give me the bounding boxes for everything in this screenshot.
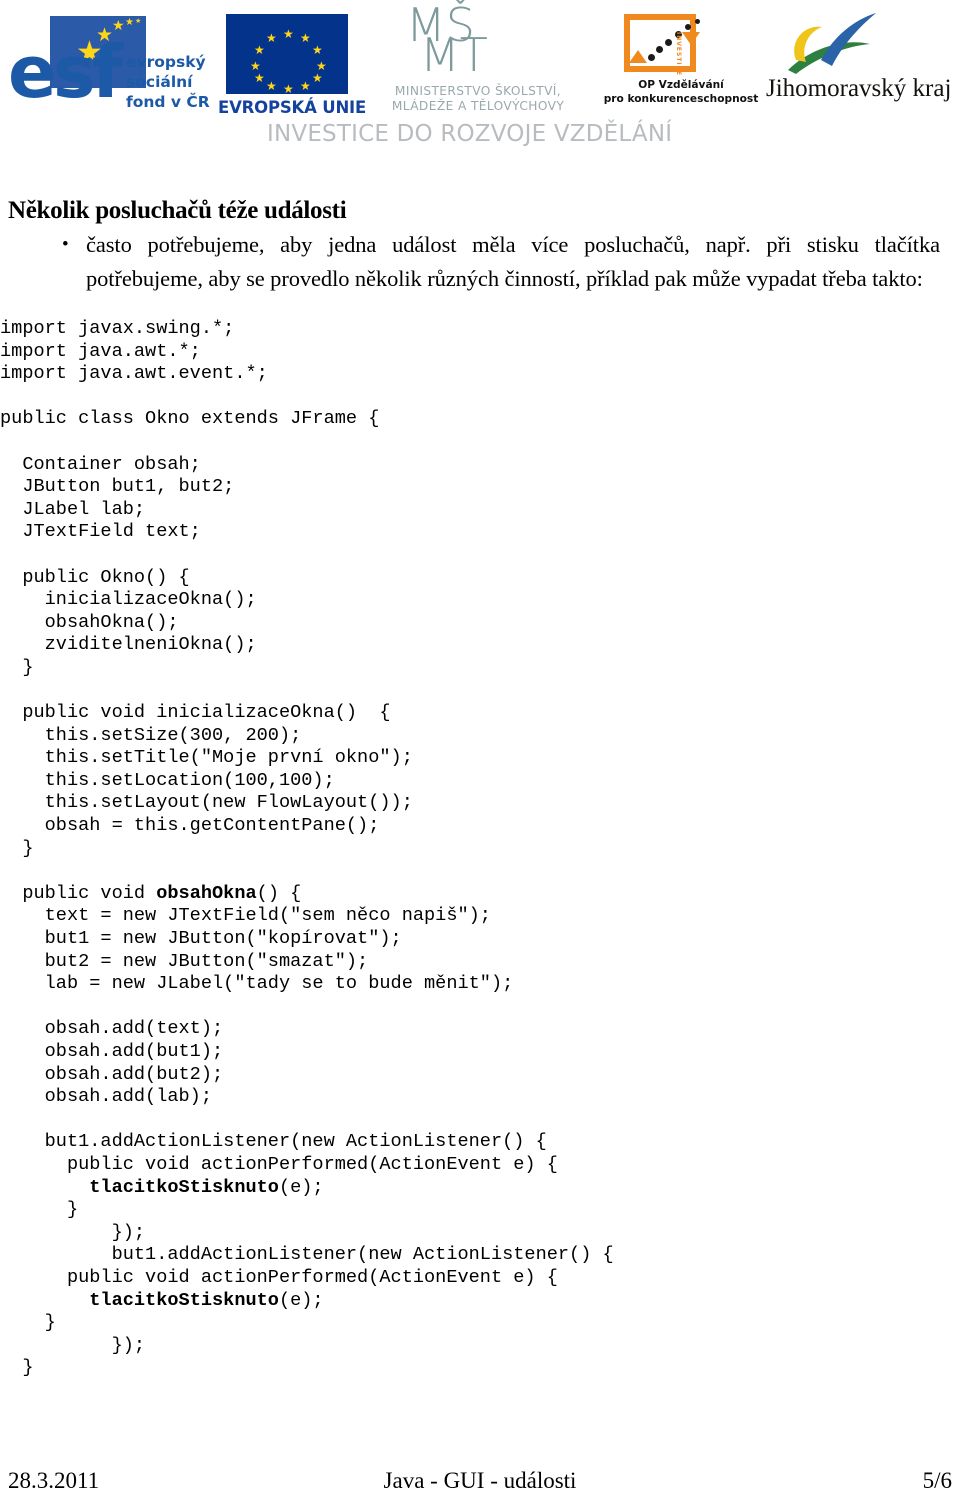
esf-wordmark: esf	[8, 30, 123, 114]
code-line: JLabel lab;	[0, 498, 146, 520]
document-content: Několik posluchačů téže události • často…	[0, 196, 960, 1380]
op-caption-line1: OP Vzdělávání	[638, 79, 724, 91]
code-line: this.setLocation(100,100);	[0, 769, 335, 791]
code-line: obsah.add(lab);	[0, 1086, 213, 1108]
code-line: import java.awt.event.*;	[0, 363, 268, 385]
code-identifier-emphasis: tlacitkoStisknuto	[89, 1176, 279, 1198]
java-code-listing: import javax.swing.*; import java.awt.*; i…	[0, 318, 960, 1380]
page-title: Několik posluchačů téže události	[8, 197, 347, 224]
code-line: obsah.add(text);	[0, 1018, 224, 1040]
esf-tagline-line2: sociální	[126, 73, 193, 91]
msmt-monogram-line2: MT	[420, 28, 488, 82]
code-line: text = new JTextField("sem něco napiš");	[0, 905, 491, 927]
code-line: lab = new JLabel("tady se to bude měnit"…	[0, 973, 514, 995]
code-line: }	[0, 656, 34, 678]
esf-tagline: evropský sociální fond v ČR	[126, 52, 210, 112]
esf-logo: ★ ★ ★ ★ ★ esf evropský sociální fond v Č…	[8, 14, 210, 114]
code-line: public void inicializaceOkna() {	[0, 702, 391, 724]
code-line: but1.addActionListener(new ActionListene…	[0, 1244, 614, 1266]
eu-flag-shape: ★ ★ ★ ★ ★ ★ ★ ★ ★ ★ ★ ★	[226, 14, 348, 95]
msmt-caption: MINISTERSTVO ŠKOLSTVÍ, MLÁDEŽE A TĚLOVÝC…	[368, 84, 588, 114]
msmt-ministry-logo: MŠ MT MINISTERSTVO ŠKOLSTVÍ, MLÁDEŽE A T…	[368, 2, 588, 115]
op-caption: OP Vzdělávání pro konkurenceschopnost	[596, 78, 766, 106]
jmk-caption: Jihomoravský kraj	[766, 75, 952, 102]
code-line: public void actionPerformed(ActionEvent …	[0, 1153, 558, 1175]
jihomoravsky-kraj-logo: Jihomoravský kraj	[766, 8, 960, 116]
code-line: public class Okno extends JFrame {	[0, 408, 380, 430]
code-identifier-emphasis: obsahOkna	[156, 882, 257, 904]
page-footer: 28.3.2011 Java - GUI - události 5/6	[0, 1466, 960, 1506]
code-line: inicializaceOkna();	[0, 589, 257, 611]
code-line: JButton but1, but2;	[0, 476, 235, 498]
investice-slogan: INVESTICE DO ROZVOJE VZDĚLÁNÍ	[267, 121, 673, 147]
footer-page-number: 5/6	[922, 1468, 952, 1493]
code-line: tlacitkoStisknuto(e);	[89, 1176, 324, 1198]
code-line: public Okno() {	[0, 566, 190, 588]
code-line: import java.awt.*;	[0, 340, 201, 362]
code-identifier-emphasis: tlacitkoStisknuto	[89, 1289, 279, 1311]
code-line: but1 = new JButton("kopírovat");	[0, 928, 402, 950]
code-line: public void obsahOkna() {	[0, 882, 302, 904]
op-triangle-up-icon	[629, 50, 647, 63]
code-line: but2 = new JButton("smazat");	[0, 950, 369, 972]
bullet-marker-icon: •	[62, 234, 69, 255]
code-line: tlacitkoStisknuto(e);	[89, 1289, 324, 1311]
code-line: }	[0, 1357, 34, 1379]
code-line: obsahOkna();	[0, 611, 179, 633]
code-line: zviditelneniOkna();	[0, 634, 257, 656]
bullet-list-item: • často potřebujeme, aby jedna událost m…	[62, 228, 940, 296]
code-line: }	[0, 1312, 56, 1334]
code-line: }	[0, 837, 34, 859]
code-line: this.setSize(300, 200);	[0, 724, 302, 746]
code-line: public void actionPerformed(ActionEvent …	[0, 1266, 558, 1288]
eu-logo-caption: EVROPSKÁ UNIE	[218, 98, 367, 117]
code-line: obsah.add(but1);	[0, 1041, 224, 1062]
op-caption-line2: pro konkurenceschopnost	[603, 93, 759, 105]
op-triangle-down-icon	[682, 32, 700, 45]
esf-tagline-line1: evropský	[126, 53, 206, 71]
code-line: obsah = this.getContentPane();	[0, 815, 380, 837]
msmt-caption-line1: MINISTERSTVO ŠKOLSTVÍ,	[394, 84, 562, 98]
code-line: this.setLayout(new FlowLayout());	[0, 792, 413, 814]
code-line: Container obsah;	[0, 453, 201, 475]
code-line: }	[0, 1199, 79, 1221]
code-line: });	[0, 1221, 146, 1243]
code-line: JTextField text;	[0, 521, 201, 543]
header-logo-banner: ★ ★ ★ ★ ★ esf evropský sociální fond v Č…	[0, 0, 960, 165]
op-vzdelavani-logo: INVESTICE OP Vzdělávání pro konkurencesc…	[596, 12, 766, 117]
european-union-logo: ★ ★ ★ ★ ★ ★ ★ ★ ★ ★ ★ ★ EVROPSKÁ UNIE	[218, 14, 366, 117]
code-line: obsah.add(but2);	[0, 1063, 224, 1085]
esf-tagline-line3: fond v ČR	[126, 93, 210, 111]
code-line: import javax.swing.*;	[0, 318, 235, 339]
msmt-monogram: MŠ MT	[406, 2, 488, 82]
code-line: but1.addActionListener(new ActionListene…	[0, 1131, 547, 1153]
code-line: });	[0, 1334, 146, 1356]
bullet-text: často potřebujeme, aby jedna událost měl…	[86, 232, 940, 291]
op-vertical-text: INVESTICE	[675, 32, 682, 77]
code-line: this.setTitle("Moje první okno");	[0, 747, 413, 769]
jmk-emblem-icon	[788, 13, 876, 74]
msmt-caption-line2: MLÁDEŽE A TĚLOVÝCHOVY	[391, 99, 565, 113]
footer-title: Java - GUI - události	[383, 1468, 577, 1493]
